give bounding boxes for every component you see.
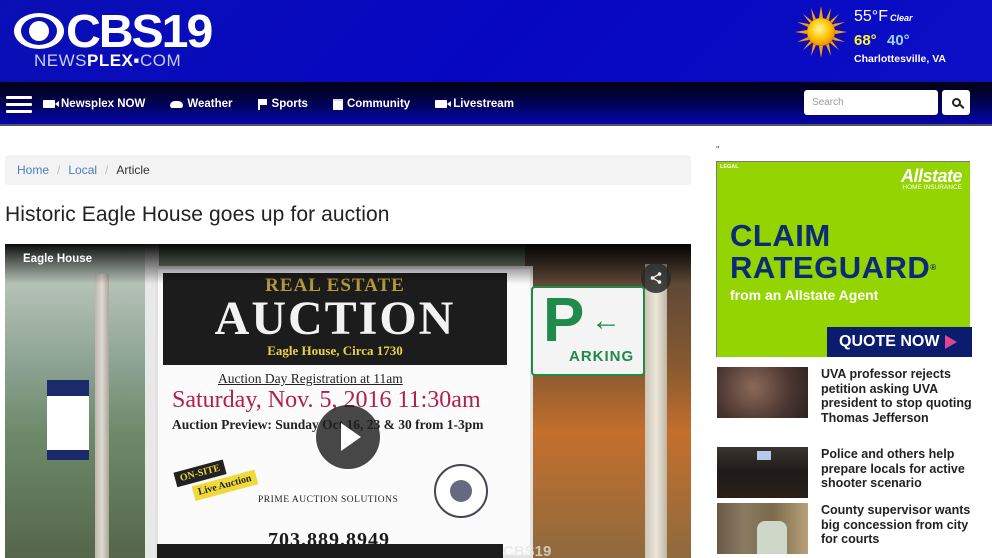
ad-label: " xyxy=(716,145,720,156)
weather-condition: Clear xyxy=(889,13,913,23)
logo-subtitle: NEWSPLEX▪COM xyxy=(34,51,182,70)
quote-now-button[interactable]: QUOTE NOW xyxy=(827,327,972,357)
current-temperature: 55°F Clear xyxy=(854,8,913,25)
breadcrumb-separator: / xyxy=(105,163,109,177)
share-icon xyxy=(650,272,662,284)
play-arrow-icon xyxy=(945,335,958,349)
share-button[interactable] xyxy=(641,263,671,293)
weather-location: Charlottesville, VA xyxy=(854,53,946,65)
search-button[interactable] xyxy=(942,90,970,115)
ad-brand-sub: HOME INSURANCE xyxy=(902,184,962,191)
left-arrow-icon: ← xyxy=(591,304,621,337)
video-watermark: CBS19 xyxy=(503,543,552,558)
breadcrumb-home[interactable]: Home xyxy=(17,163,49,177)
hamburger-menu-icon[interactable] xyxy=(6,96,32,114)
sign-company: PRIME AUCTION SOLUTIONS xyxy=(258,495,399,505)
eagle-seal-icon xyxy=(434,464,488,518)
news-thumbnail[interactable] xyxy=(717,503,808,554)
nav-item-newsplex-now[interactable]: Newsplex NOW xyxy=(43,98,145,110)
parking-sign: P ← ARKING xyxy=(531,286,645,376)
nav-item-livestream[interactable]: Livestream xyxy=(435,98,514,110)
sign-onsite-badge: ON-SITE Live Auction xyxy=(173,449,259,504)
nav-item-community[interactable]: Community xyxy=(332,98,410,110)
video-camera-icon xyxy=(435,100,452,108)
video-player[interactable]: REAL ESTATE AUCTION Eagle House, Circa 1… xyxy=(5,244,691,558)
weather-widget[interactable]: 55°F Clear 68° 40° Charlottesville, VA xyxy=(795,4,985,74)
sign-date: Saturday, Nov. 5, 2016 11:30am xyxy=(172,387,481,413)
video-title-shade xyxy=(5,244,691,284)
sign-auction: AUCTION xyxy=(214,292,456,345)
cloud-icon xyxy=(170,100,184,108)
breadcrumb-separator: / xyxy=(57,163,61,177)
ad-headline-2: RATEGUARD® xyxy=(730,250,937,285)
breadcrumb-current: Article xyxy=(116,163,150,177)
flag-icon xyxy=(257,98,268,110)
sign-eagle-house: Eagle House, Circa 1730 xyxy=(267,343,403,358)
video-scene-pole xyxy=(95,274,109,558)
allstate-ad[interactable]: LEGAL Allstate HOME INSURANCE CLAIM RATE… xyxy=(716,161,972,357)
play-button[interactable] xyxy=(316,405,380,469)
low-temperature: 40° xyxy=(887,32,910,49)
search-input[interactable] xyxy=(804,90,938,115)
breadcrumb: Home / Local / Article xyxy=(5,155,691,185)
sign-registration: Auction Day Registration at 11am xyxy=(218,371,403,386)
video-title: Eagle House xyxy=(23,253,93,265)
video-scene-historic-banner xyxy=(47,380,89,460)
site-header: CBS19 NEWSPLEX▪COM 55°F Clear 68° 40° Ch… xyxy=(0,0,992,82)
nav-item-sports[interactable]: Sports xyxy=(257,98,308,110)
logo-wordmark: CBS19 xyxy=(66,5,213,57)
nav-item-weather[interactable]: Weather xyxy=(170,98,233,110)
sign-bottom-bar xyxy=(157,544,503,558)
calendar-icon xyxy=(332,98,343,110)
cbs19-logo[interactable]: CBS19 NEWSPLEX▪COM xyxy=(14,5,234,72)
news-thumbnail[interactable] xyxy=(717,447,808,498)
ad-legal: LEGAL xyxy=(720,164,739,170)
high-temperature: 68° xyxy=(854,32,877,49)
ad-tagline: from an Allstate Agent xyxy=(730,287,879,303)
news-thumbnail[interactable] xyxy=(717,367,808,418)
news-headline[interactable]: County supervisor wants big concession f… xyxy=(821,503,986,547)
search-icon xyxy=(951,98,961,107)
news-headline[interactable]: UVA professor rejects petition asking UV… xyxy=(821,367,986,425)
article-title: Historic Eagle House goes up for auction xyxy=(5,203,390,226)
video-scene-pole xyxy=(645,264,667,558)
cbs-eye-icon xyxy=(14,11,64,51)
ad-headline-1: CLAIM xyxy=(730,218,831,253)
breadcrumb-local[interactable]: Local xyxy=(68,163,97,177)
news-headline[interactable]: Police and others help prepare locals fo… xyxy=(821,447,986,491)
video-camera-icon xyxy=(43,100,59,108)
sun-icon xyxy=(795,6,847,58)
